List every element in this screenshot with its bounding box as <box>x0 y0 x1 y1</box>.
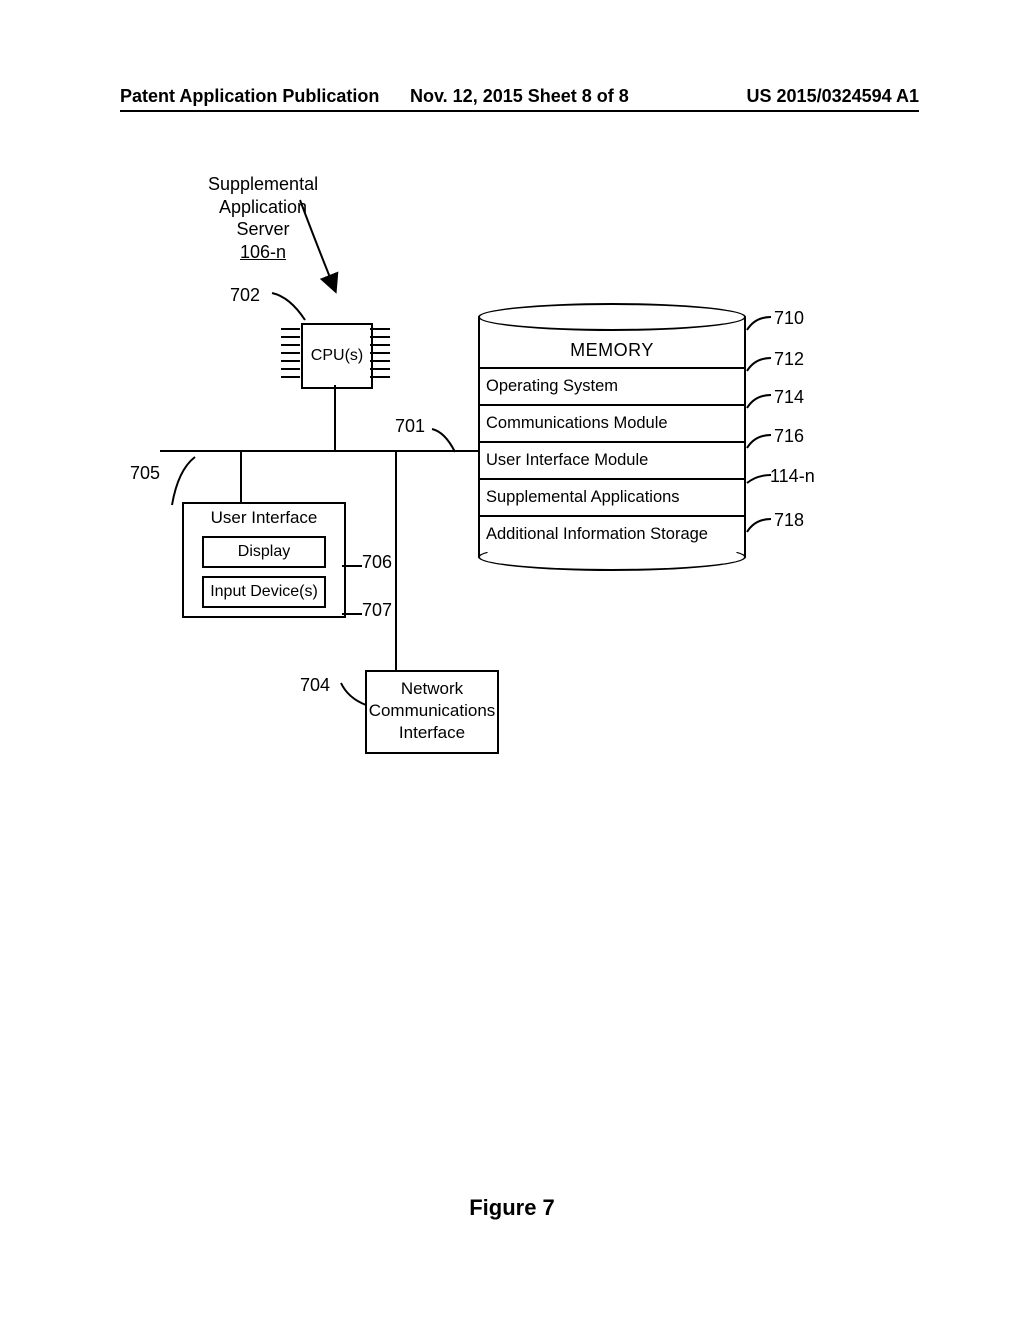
header-center: Nov. 12, 2015 Sheet 8 of 8 <box>410 86 629 107</box>
ref-706: 706 <box>362 552 392 573</box>
ref-707: 707 <box>362 600 392 621</box>
ref-712: 712 <box>774 349 804 370</box>
memory-row-supp: Supplemental Applications <box>480 480 744 517</box>
page-header: Patent Application Publication Nov. 12, … <box>120 86 919 112</box>
memory-row-comm: Communications Module <box>480 406 744 443</box>
input-devices-box: Input Device(s) <box>202 576 326 608</box>
ui-title: User Interface <box>184 504 344 530</box>
memory-row-ui: User Interface Module <box>480 443 744 480</box>
ref-705: 705 <box>130 463 160 484</box>
memory-row-storage: Additional Information Storage <box>480 517 744 552</box>
ref-114n-leader-icon <box>745 473 773 487</box>
ref-712-leader-icon <box>745 356 773 374</box>
ref-710: 710 <box>774 308 804 329</box>
network-line2: Communications <box>367 700 497 722</box>
ref-716-leader-icon <box>745 433 773 451</box>
page: Patent Application Publication Nov. 12, … <box>0 0 1024 1320</box>
memory-top-ellipse <box>478 303 746 331</box>
ref-702: 702 <box>230 285 260 306</box>
memory-row-os: Operating System <box>480 369 744 406</box>
ref-701: 701 <box>395 416 425 437</box>
display-box: Display <box>202 536 326 568</box>
ref-702-leader-icon <box>270 285 310 325</box>
figure-title: Figure 7 <box>0 1195 1024 1221</box>
ref-704-leader-icon <box>338 680 370 708</box>
ref-704: 704 <box>300 675 330 696</box>
ref-114n: 114-n <box>770 466 815 487</box>
memory-title: MEMORY <box>480 334 744 369</box>
ui-bus-connector <box>240 450 242 502</box>
network-line3: Interface <box>367 722 497 744</box>
ref-707-leader-icon <box>342 606 364 622</box>
title-line1: Supplemental <box>208 173 318 196</box>
network-interface-box: Network Communications Interface <box>365 670 499 754</box>
ref-718: 718 <box>774 510 804 531</box>
cpu-pins-icon <box>278 323 396 385</box>
bus-line <box>160 450 468 452</box>
header-right: US 2015/0324594 A1 <box>747 86 919 107</box>
network-bus-connector <box>395 450 397 670</box>
ref-714: 714 <box>774 387 804 408</box>
ref-710-leader-icon <box>745 315 773 333</box>
ref-718-leader-icon <box>745 517 773 535</box>
ref-706-leader-icon <box>342 558 364 574</box>
header-left: Patent Application Publication <box>120 86 379 107</box>
ref-714-leader-icon <box>745 393 773 411</box>
network-line1: Network <box>367 678 497 700</box>
diagram: Supplemental Application Server 106-n 70… <box>120 155 910 855</box>
ref-716: 716 <box>774 426 804 447</box>
cpu-bus-connector <box>334 385 336 450</box>
ref-701-leader-icon <box>430 424 470 456</box>
user-interface-box: User Interface Display Input Device(s) <box>182 502 346 618</box>
memory-rows: MEMORY Operating System Communications M… <box>480 334 744 552</box>
memory-cylinder: MEMORY Operating System Communications M… <box>478 303 746 571</box>
